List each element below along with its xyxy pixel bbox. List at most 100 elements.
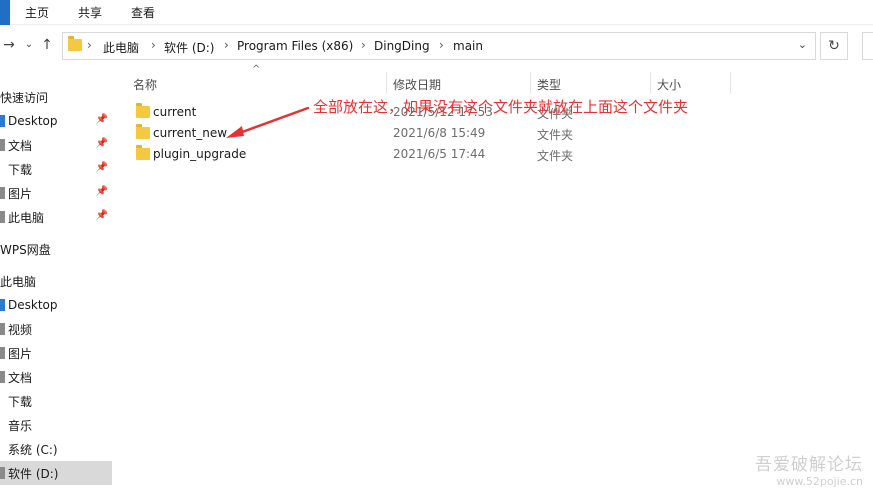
sidebar-item-desktop-pinned[interactable]: Desktop 📌 (0, 109, 112, 133)
ribbon: 主页 共享 查看 (0, 0, 873, 25)
file-date: 2021/6/5 17:44 (393, 147, 486, 161)
sidebar-item-label: 下载 (8, 394, 33, 409)
video-icon (0, 323, 5, 335)
sidebar-item-this-pc[interactable]: 此电脑 (0, 269, 112, 293)
sidebar-item-documents-pinned[interactable]: 文档 📌 (0, 133, 112, 157)
chevron-down-icon[interactable]: ⌄ (20, 36, 38, 54)
annotation-text: 全部放在这，如果没有这个文件夹就放在上面这个文件夹 (313, 98, 689, 116)
tab-share[interactable]: 共享 (78, 4, 102, 21)
table-row[interactable]: current_new 2021/6/8 15:49 文件夹 (130, 123, 670, 144)
sidebar-item-pictures-pinned[interactable]: 图片 📌 (0, 181, 112, 205)
search-input[interactable] (862, 32, 873, 60)
desktop-icon (0, 299, 5, 311)
sidebar-item-label: 此电脑 (0, 274, 37, 289)
sort-ascending-icon: ^ (252, 64, 261, 75)
sidebar-item-pictures[interactable]: 图片 (0, 341, 112, 365)
drive-icon (0, 443, 5, 455)
folder-icon (136, 124, 150, 139)
computer-icon (0, 211, 5, 223)
file-type: 文件夹 (537, 128, 574, 142)
sidebar-item-documents[interactable]: 文档 (0, 365, 112, 389)
sidebar-item-label: 快速访问 (0, 90, 49, 105)
file-name: plugin_upgrade (153, 147, 247, 161)
chevron-down-icon[interactable]: ⌄ (798, 38, 807, 51)
chevron-right-icon[interactable]: › (361, 38, 366, 52)
chevron-right-icon[interactable]: › (439, 38, 444, 52)
sidebar-item-label: 此电脑 (8, 210, 45, 225)
pin-icon[interactable]: 📌 (96, 138, 108, 149)
column-divider[interactable] (530, 72, 531, 94)
folder-icon (136, 103, 150, 118)
sidebar-item-drive-c[interactable]: 系统 (C:) (0, 437, 112, 461)
pin-icon[interactable]: 📌 (96, 114, 108, 125)
file-date: 2021/6/8 15:49 (393, 126, 486, 140)
chevron-right-icon[interactable]: › (87, 38, 92, 52)
sidebar-item-music[interactable]: 音乐 (0, 413, 112, 437)
breadcrumb-main[interactable]: main (453, 39, 483, 53)
refresh-icon[interactable]: ↻ (820, 32, 848, 60)
arrow-left-icon[interactable]: → (0, 36, 18, 54)
arrow-up-icon[interactable]: ↑ (38, 36, 56, 54)
sidebar-item-label: WPS网盘 (0, 242, 51, 257)
navigation-bar: → ⌄ ↑ › 此电脑 › 软件 (D:) › Program Files (x… (0, 28, 873, 64)
address-bar[interactable]: › 此电脑 › 软件 (D:) › Program Files (x86) › … (62, 32, 816, 60)
sidebar-item-this-pc-pinned[interactable]: 此电脑 📌 (0, 205, 112, 229)
pin-icon[interactable]: 📌 (96, 210, 108, 221)
breadcrumb-dingding[interactable]: DingDing (374, 39, 430, 53)
sidebar-item-label: 系统 (C:) (8, 442, 58, 457)
sidebar-item-label: 音乐 (8, 418, 33, 433)
tab-view[interactable]: 查看 (131, 4, 155, 21)
picture-icon (0, 187, 5, 199)
sidebar-item-downloads[interactable]: 下载 (0, 389, 112, 413)
sidebar-item-label: 文档 (8, 370, 33, 385)
drive-icon (0, 467, 5, 479)
file-name: current (153, 105, 197, 119)
chevron-right-icon[interactable]: › (151, 38, 156, 52)
annotation-arrow (226, 106, 310, 138)
sidebar-item-quick-access[interactable]: 快速访问 (0, 85, 112, 109)
file-name: current_new (153, 126, 228, 140)
file-type: 文件夹 (537, 149, 574, 163)
sidebar-item-label: Desktop (8, 298, 58, 312)
download-icon (0, 163, 5, 175)
column-header-type[interactable]: 类型 (537, 76, 561, 98)
folder-icon (136, 145, 150, 160)
column-header-date[interactable]: 修改日期 (393, 76, 441, 98)
sidebar-item-label: 图片 (8, 186, 33, 201)
breadcrumb-program-files[interactable]: Program Files (x86) (237, 39, 353, 53)
sidebar-item-label: Desktop (8, 114, 58, 128)
desktop-icon (0, 115, 5, 127)
sidebar-item-label: 下载 (8, 162, 33, 177)
document-icon (0, 139, 5, 151)
navigation-pane: 快速访问 Desktop 📌 文档 📌 下载 📌 图片 📌 此电脑 📌 WPS网… (0, 72, 118, 496)
column-header-size[interactable]: 大小 (657, 76, 681, 98)
tab-home[interactable]: 主页 (25, 4, 49, 21)
download-icon (0, 395, 5, 407)
watermark-url: www.52pojie.cn (776, 475, 863, 488)
pin-icon[interactable]: 📌 (96, 162, 108, 173)
sidebar-item-wps-cloud[interactable]: WPS网盘 (0, 237, 112, 261)
music-icon (0, 419, 5, 431)
sidebar-item-desktop[interactable]: Desktop (0, 293, 112, 317)
column-divider[interactable] (386, 72, 387, 94)
column-divider[interactable] (730, 72, 731, 94)
sidebar-item-label: 文档 (8, 138, 33, 153)
folder-icon (68, 36, 82, 51)
sidebar-item-label: 软件 (D:) (8, 466, 59, 481)
pin-icon[interactable]: 📌 (96, 186, 108, 197)
column-divider[interactable] (650, 72, 651, 94)
breadcrumb-drive-d[interactable]: 软件 (D:) (164, 39, 214, 56)
sidebar-item-videos[interactable]: 视频 (0, 317, 112, 341)
table-row[interactable]: plugin_upgrade 2021/6/5 17:44 文件夹 (130, 144, 670, 165)
chevron-right-icon[interactable]: › (224, 38, 229, 52)
watermark: 吾爱破解论坛 www.52pojie.cn (755, 450, 863, 488)
watermark-title: 吾爱破解论坛 (755, 455, 863, 475)
sidebar-item-downloads-pinned[interactable]: 下载 📌 (0, 157, 112, 181)
file-tab[interactable] (0, 0, 10, 25)
breadcrumb-this-pc[interactable]: 此电脑 (103, 39, 139, 56)
sidebar-item-drive-d[interactable]: 软件 (D:) (0, 461, 112, 485)
picture-icon (0, 347, 5, 359)
sidebar-item-label: 图片 (8, 346, 33, 361)
document-icon (0, 371, 5, 383)
column-header-name[interactable]: 名称 (133, 76, 157, 98)
